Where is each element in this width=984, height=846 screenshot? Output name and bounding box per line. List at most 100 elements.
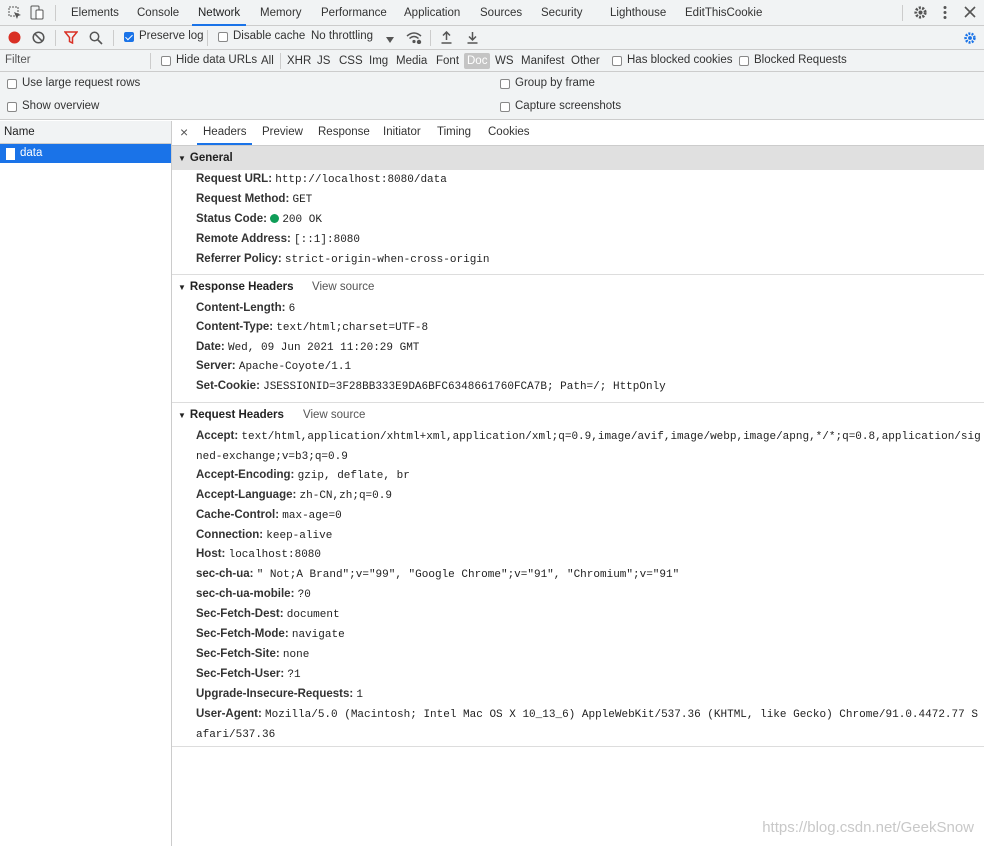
capture-screenshots-checkbox[interactable] — [500, 102, 510, 112]
has-blocked-cookies-label[interactable]: Has blocked cookies — [627, 54, 732, 66]
request-header-row: sec-ch-ua: " Not;A Brand";v="99", "Googl… — [196, 565, 984, 585]
large-rows-checkbox[interactable] — [7, 79, 17, 89]
response-view-source-link[interactable]: View source — [312, 275, 374, 299]
tab-sources[interactable]: Sources — [480, 0, 522, 26]
show-overview-label[interactable]: Show overview — [22, 100, 99, 112]
filter-type-xhr[interactable]: XHR — [284, 53, 314, 69]
show-overview-checkbox[interactable] — [7, 102, 17, 112]
devtools-tab-bar: Elements Console Network Memory Performa… — [0, 0, 984, 26]
filter-type-font[interactable]: Font — [433, 53, 462, 69]
response-headers-section-header[interactable]: ▼ Response Headers View source — [172, 275, 984, 299]
request-row[interactable]: data — [0, 144, 171, 163]
preserve-log-checkbox[interactable] — [124, 32, 134, 42]
request-detail-panel: × Headers Preview Response Initiator Tim… — [172, 121, 984, 846]
more-options-icon[interactable] — [943, 5, 947, 23]
header-value: Apache-Coyote/1.1 — [238, 361, 352, 373]
tab-editthiscookie[interactable]: EditThisCookie — [685, 0, 762, 26]
filter-type-ws[interactable]: WS — [492, 53, 517, 69]
filter-type-manifest[interactable]: Manifest — [518, 53, 567, 69]
tab-elements[interactable]: Elements — [71, 0, 119, 26]
has-blocked-cookies-checkbox[interactable] — [612, 56, 622, 66]
inspect-element-icon[interactable] — [8, 6, 22, 23]
blocked-requests-checkbox[interactable] — [739, 56, 749, 66]
name-column-header[interactable]: Name — [0, 121, 171, 144]
tab-response[interactable]: Response — [318, 121, 370, 145]
tab-preview[interactable]: Preview — [262, 121, 303, 145]
tab-memory[interactable]: Memory — [260, 0, 302, 26]
tab-security[interactable]: Security — [541, 0, 583, 26]
search-icon[interactable] — [89, 31, 103, 48]
tab-cookies[interactable]: Cookies — [488, 121, 530, 145]
filter-type-js[interactable]: JS — [314, 53, 333, 69]
disable-cache-checkbox[interactable] — [218, 32, 228, 42]
device-toolbar-icon[interactable] — [30, 5, 44, 23]
request-header-row: Accept-Encoding: gzip, deflate, br — [196, 466, 984, 486]
filter-type-doc[interactable]: Doc — [464, 53, 491, 69]
filter-input[interactable]: Filter — [5, 54, 145, 66]
large-rows-label[interactable]: Use large request rows — [22, 77, 140, 89]
filter-bar: Filter Hide data URLs All XHR JS CSS Img… — [0, 50, 984, 72]
tab-performance[interactable]: Performance — [321, 0, 387, 26]
filter-type-css[interactable]: CSS — [336, 53, 366, 69]
preserve-log-label[interactable]: Preserve log — [139, 30, 204, 42]
close-detail-button[interactable]: × — [180, 121, 188, 145]
filter-type-other[interactable]: Other — [568, 53, 603, 69]
filter-icon[interactable] — [63, 31, 79, 47]
header-key: Cache-Control: — [196, 509, 280, 521]
request-view-source-link[interactable]: View source — [303, 403, 365, 427]
request-header-row: Sec-Fetch-Mode: navigate — [196, 625, 984, 645]
header-key: sec-ch-ua: — [196, 568, 254, 580]
header-value: keep-alive — [266, 530, 333, 542]
request-headers-section-header[interactable]: ▼ Request Headers View source — [172, 403, 984, 427]
header-value: 200 OK — [282, 214, 322, 226]
header-key: Date: — [196, 341, 225, 353]
general-section-header[interactable]: ▼ General — [172, 146, 984, 170]
request-header-row: Connection: keep-alive — [196, 526, 984, 546]
header-value: gzip, deflate, br — [297, 470, 410, 482]
header-key: Content-Length: — [196, 302, 286, 314]
header-key: Set-Cookie: — [196, 380, 260, 392]
response-header-row: Content-Length: 6 — [196, 299, 984, 319]
hide-data-urls-label[interactable]: Hide data URLs — [176, 54, 257, 66]
tab-console[interactable]: Console — [137, 0, 179, 26]
settings-gear-icon[interactable] — [913, 5, 928, 23]
response-header-row: Set-Cookie: JSESSIONID=3F28BB333E9DA6BFC… — [196, 377, 984, 397]
throttling-select[interactable]: No throttling — [311, 30, 373, 42]
tab-headers[interactable]: Headers — [197, 121, 253, 145]
network-settings-gear-icon[interactable] — [963, 31, 977, 48]
export-har-icon[interactable] — [467, 31, 478, 47]
response-header-row: Date: Wed, 09 Jun 2021 11:20:29 GMT — [196, 338, 984, 358]
filter-type-media[interactable]: Media — [393, 53, 430, 69]
filter-type-all[interactable]: All — [258, 53, 277, 69]
tab-timing[interactable]: Timing — [437, 121, 471, 145]
tab-initiator[interactable]: Initiator — [383, 121, 421, 145]
header-key: Remote Address: — [196, 233, 291, 245]
header-value: Mozilla/5.0 (Macintosh; Intel Mac OS X 1… — [196, 709, 978, 741]
header-value: navigate — [291, 629, 345, 641]
capture-screenshots-label[interactable]: Capture screenshots — [515, 100, 621, 112]
network-conditions-wifi-icon[interactable] — [406, 31, 422, 47]
import-har-icon[interactable] — [441, 30, 452, 47]
header-value: strict-origin-when-cross-origin — [284, 254, 490, 266]
record-icon[interactable] — [8, 31, 21, 47]
header-key: Server: — [196, 360, 236, 372]
request-header-row: Host: localhost:8080 — [196, 545, 984, 565]
tab-network[interactable]: Network — [192, 0, 247, 26]
tab-application[interactable]: Application — [404, 0, 460, 26]
clear-icon[interactable] — [32, 31, 45, 47]
general-row: Referrer Policy: strict-origin-when-cros… — [196, 250, 984, 270]
hide-data-urls-checkbox[interactable] — [161, 56, 171, 66]
blocked-requests-label[interactable]: Blocked Requests — [754, 54, 847, 66]
group-by-frame-label[interactable]: Group by frame — [515, 77, 595, 89]
dropdown-arrow-icon[interactable] — [386, 34, 394, 46]
general-row: Request URL: http://localhost:8080/data — [196, 170, 984, 190]
close-devtools-icon[interactable] — [964, 6, 976, 21]
disable-cache-label[interactable]: Disable cache — [233, 30, 305, 42]
tab-lighthouse[interactable]: Lighthouse — [610, 0, 666, 26]
group-by-frame-checkbox[interactable] — [500, 79, 510, 89]
filter-type-img[interactable]: Img — [366, 53, 391, 69]
general-row: Status Code: 200 OK — [196, 210, 984, 230]
header-key: Accept: — [196, 430, 239, 442]
network-options: Use large request rows Show overview Gro… — [0, 72, 984, 120]
header-key: Accept-Encoding: — [196, 469, 295, 481]
